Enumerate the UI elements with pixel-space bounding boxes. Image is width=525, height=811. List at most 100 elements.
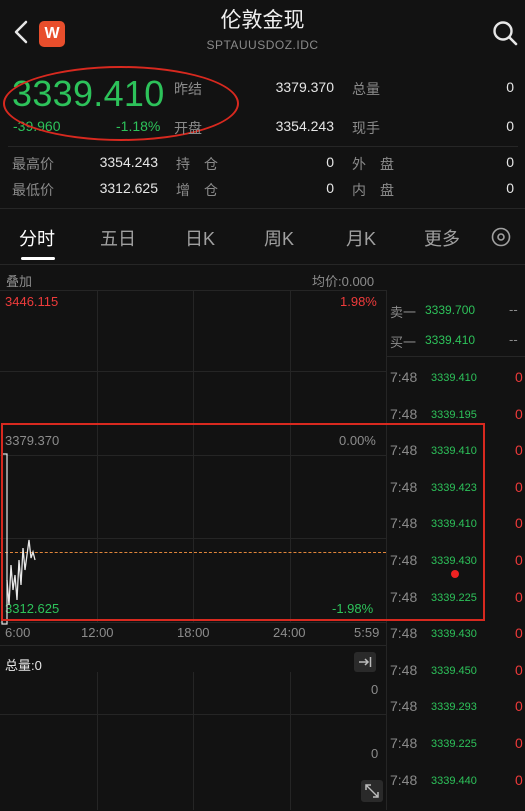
trade-price: 3339.430 — [431, 555, 477, 567]
grid-line — [193, 672, 194, 810]
field-label-prev-settle: 昨结 — [174, 81, 202, 97]
grid-line — [97, 672, 98, 810]
average-price-label: 均价:0.000 — [312, 274, 375, 289]
divider — [0, 208, 525, 209]
field-value-total-volume: 0 — [506, 79, 514, 95]
field-label-open: 开盘 — [174, 120, 202, 136]
trade-volume: 0 — [515, 479, 523, 495]
trade-price: 3339.430 — [431, 628, 477, 640]
trade-volume: 0 — [515, 406, 523, 422]
volume-axis-max: 0 — [371, 682, 379, 697]
field-value-low: 3312.625 — [99, 180, 158, 196]
overlay-button[interactable]: 叠加 — [6, 271, 32, 290]
volume-axis-min: 0 — [371, 746, 379, 761]
trade-price: 3339.225 — [431, 592, 477, 604]
trade-time: 7:48 — [390, 698, 418, 714]
trade-price: 3339.410 — [431, 445, 477, 457]
expand-panel-button[interactable] — [354, 652, 376, 672]
arrow-to-right-icon — [359, 657, 372, 667]
field-value-prev-settle: 3379.370 — [275, 79, 334, 95]
trade-time: 7:48 — [390, 552, 418, 568]
chart-settings-button[interactable] — [490, 226, 512, 253]
trade-volume: 0 — [515, 442, 523, 458]
grid-line — [290, 672, 291, 810]
divider — [387, 356, 525, 357]
trade-price: 3339.195 — [431, 409, 477, 421]
time-tick: 24:00 — [273, 625, 306, 640]
trade-time: 7:48 — [390, 589, 418, 605]
volume-total-label: 总量:0 — [5, 658, 42, 673]
trade-price: 3339.450 — [431, 665, 477, 677]
trade-price: 3339.293 — [431, 701, 477, 713]
tab-more[interactable]: 更多 — [424, 225, 460, 251]
tab-weekly-k[interactable]: 周K — [264, 225, 294, 251]
field-value-high: 3354.243 — [99, 154, 158, 170]
trade-time: 7:48 — [390, 735, 418, 751]
axis-high-price: 3446.115 — [5, 294, 59, 309]
bid-volume: -- — [509, 332, 518, 347]
bid-label: 买一 — [390, 335, 417, 350]
trade-price: 3339.410 — [431, 372, 477, 384]
trade-volume: 0 — [515, 552, 523, 568]
field-value-current-hand: 0 — [506, 118, 514, 134]
field-label-high: 最高价 — [12, 156, 54, 172]
trade-price: 3339.440 — [431, 775, 477, 787]
trade-volume: 0 — [515, 698, 523, 714]
trade-volume: 0 — [515, 772, 523, 788]
ask-label: 卖一 — [390, 305, 417, 320]
page-title: 伦敦金现 — [220, 8, 305, 32]
divider — [0, 645, 386, 646]
time-tick: 5:59 — [354, 625, 380, 640]
time-tick: 18:00 — [177, 625, 210, 640]
fullscreen-button[interactable] — [361, 780, 383, 802]
trade-volume: 0 — [515, 589, 523, 605]
highlight-dot — [451, 570, 459, 578]
trade-volume: 0 — [515, 735, 523, 751]
field-value-open: 3354.243 — [275, 118, 334, 134]
trade-price: 3339.410 — [431, 518, 477, 530]
trade-time: 7:48 — [390, 406, 418, 422]
divider — [8, 146, 518, 147]
search-icon — [493, 21, 518, 46]
field-label-outer-disc: 外 盘 — [352, 156, 394, 172]
ask-price: 3339.700 — [425, 303, 476, 317]
expand-icon — [365, 784, 379, 798]
annotation-circle — [3, 66, 239, 141]
field-value-open-interest: 0 — [326, 154, 334, 170]
settings-icon — [491, 227, 511, 247]
ask-volume: -- — [509, 302, 518, 317]
axis-high-pct: 1.98% — [340, 294, 377, 309]
trade-price: 3339.423 — [431, 482, 477, 494]
bid-price: 3339.410 — [425, 333, 476, 347]
field-value-oi-change: 0 — [326, 180, 334, 196]
field-label-inner-disc: 内 盘 — [352, 182, 394, 198]
trade-time: 7:48 — [390, 442, 418, 458]
tab-five-day[interactable]: 五日 — [100, 225, 136, 251]
field-label-current-hand: 现手 — [352, 120, 380, 136]
time-tick: 6:00 — [5, 625, 31, 640]
time-tick: 12:00 — [81, 625, 114, 640]
trade-time: 7:48 — [390, 662, 418, 678]
trade-volume: 0 — [515, 625, 523, 641]
trade-time: 7:48 — [390, 369, 418, 385]
tab-intraday[interactable]: 分时 — [19, 225, 55, 251]
field-label-low: 最低价 — [12, 182, 54, 198]
trade-price: 3339.225 — [431, 738, 477, 750]
trade-time: 7:48 — [390, 515, 418, 531]
symbol-code: SPTAUUSDOZ.IDC — [206, 38, 319, 52]
trade-time: 7:48 — [390, 479, 418, 495]
trade-volume: 0 — [515, 515, 523, 531]
divider — [0, 264, 525, 265]
field-value-outer-disc: 0 — [506, 154, 514, 170]
trade-time: 7:48 — [390, 772, 418, 788]
field-label-total-volume: 总量 — [352, 81, 380, 97]
trade-volume: 0 — [515, 662, 523, 678]
field-label-oi-change: 增 仓 — [176, 182, 218, 198]
search-button[interactable] — [491, 19, 519, 47]
trade-time: 7:48 — [390, 625, 418, 641]
field-value-inner-disc: 0 — [506, 180, 514, 196]
tab-daily-k[interactable]: 日K — [185, 225, 215, 251]
tab-monthly-k[interactable]: 月K — [346, 225, 376, 251]
trade-volume: 0 — [515, 369, 523, 385]
tab-active-indicator — [21, 257, 55, 260]
